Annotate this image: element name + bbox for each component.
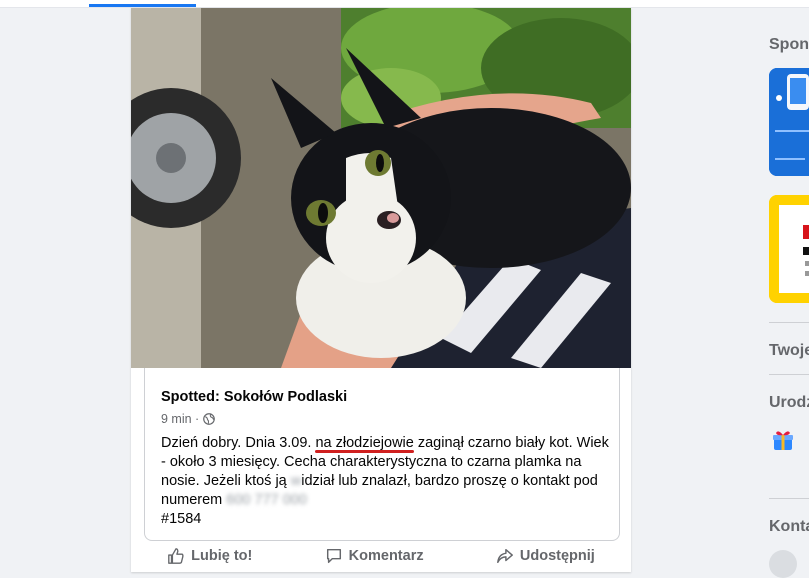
right-sidebar: Spon Twoje Urodz Konta <box>755 8 809 578</box>
kitten-photo <box>131 8 631 368</box>
comment-icon <box>326 548 341 564</box>
globe-icon <box>203 413 216 425</box>
your-pages-heading: Twoje <box>769 342 809 359</box>
redacted-phone-number: 600 777 000 <box>226 492 307 508</box>
comment-button[interactable]: Komentarz <box>325 547 424 565</box>
active-tab-indicator <box>89 4 196 7</box>
ad-promo-image <box>769 195 809 303</box>
group-name-link[interactable]: Spotted: Sokołów Podlaski <box>161 389 347 405</box>
sidebar-divider <box>769 498 809 499</box>
post-time[interactable]: 9 min · <box>161 412 199 426</box>
gift-icon <box>773 431 793 450</box>
sponsored-ad-2[interactable] <box>769 195 809 303</box>
avatar[interactable] <box>769 550 797 578</box>
underlined-phrase: na złodziejowie <box>315 435 414 451</box>
post-card: Spotted: Sokołów Podlaski 9 min · Dzień … <box>131 8 631 572</box>
share-label: Udostępnij <box>519 548 595 564</box>
share-button[interactable]: Udostępnij <box>496 547 595 565</box>
post-text: Dzień dobry. Dnia 3.09. na złodziejowie … <box>161 434 609 529</box>
shared-post-box[interactable]: Spotted: Sokołów Podlaski 9 min · Dzień … <box>144 368 620 541</box>
sponsored-heading: Spon <box>769 36 809 53</box>
like-label: Lubię to! <box>191 548 253 564</box>
top-navigation-bar <box>0 0 809 8</box>
sidebar-divider <box>769 374 809 375</box>
ad-phone-image <box>769 68 809 176</box>
thumbs-up-icon <box>168 548 184 564</box>
sidebar-divider <box>769 322 809 323</box>
post-meta: 9 min · <box>161 412 216 426</box>
redacted-text: w <box>290 473 302 489</box>
birthdays-heading: Urodz <box>769 394 809 411</box>
share-arrow-icon <box>496 548 513 564</box>
like-button[interactable]: Lubię to! <box>167 547 252 565</box>
sponsored-ad-1[interactable] <box>769 68 809 176</box>
post-actions-bar: Lubię to! Komentarz Udostępnij <box>131 540 631 572</box>
post-photo[interactable] <box>131 8 631 368</box>
contacts-heading: Konta <box>769 518 809 535</box>
comment-label: Komentarz <box>348 548 424 564</box>
post-text-start: Dzień dobry. Dnia 3.09. <box>161 435 312 451</box>
post-hashtag[interactable]: #1584 <box>161 510 609 529</box>
